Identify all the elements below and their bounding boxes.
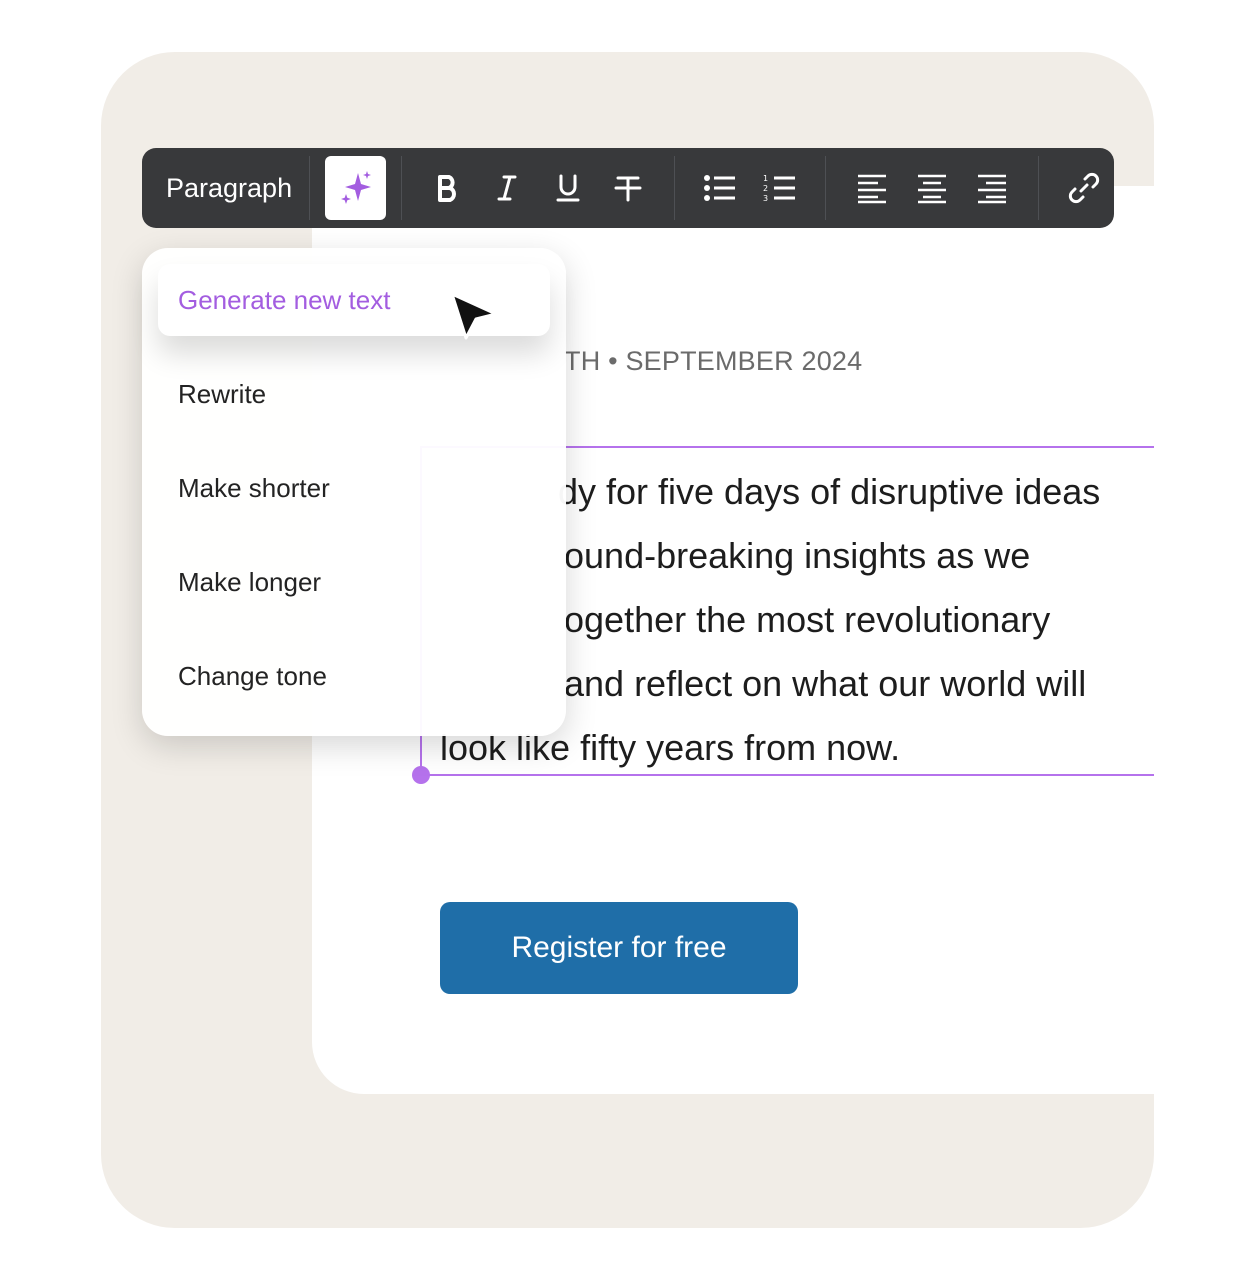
toolbar-divider — [1037, 156, 1039, 220]
link-icon — [1068, 172, 1099, 204]
italic-button[interactable] — [477, 156, 537, 220]
svg-text:2: 2 — [763, 184, 768, 193]
menu-item-label: Change tone — [178, 660, 327, 691]
toolbar-divider — [673, 156, 675, 220]
align-right-icon — [978, 174, 1007, 204]
align-center-icon — [917, 174, 946, 204]
paragraph-style-dropdown[interactable]: Paragraph — [142, 173, 309, 204]
sparkle-icon — [340, 171, 371, 204]
register-button[interactable]: Register for free — [440, 902, 798, 994]
align-right-button[interactable] — [962, 156, 1022, 220]
menu-item-label: Make shorter — [178, 472, 330, 503]
toolbar-divider — [309, 156, 311, 220]
svg-text:3: 3 — [763, 194, 768, 203]
menu-item-label: Rewrite — [178, 378, 267, 409]
strikethrough-icon — [614, 176, 642, 202]
toolbar-divider — [825, 156, 827, 220]
toolbar-divider — [400, 156, 402, 220]
menu-item-change-tone[interactable]: Change tone — [158, 640, 550, 712]
menu-item-label: Make longer — [178, 566, 322, 597]
underline-button[interactable] — [538, 156, 598, 220]
bullet-list-icon — [703, 175, 735, 201]
bold-button[interactable] — [417, 156, 477, 220]
underline-icon — [556, 174, 580, 202]
align-left-button[interactable] — [841, 156, 901, 220]
bullet-list-button[interactable] — [690, 156, 750, 220]
bold-icon — [438, 175, 457, 202]
selection-handle[interactable] — [412, 766, 430, 784]
numbered-list-icon: 1 2 3 — [763, 174, 796, 203]
menu-item-label: Generate new text — [178, 284, 391, 315]
formatting-toolbar: Paragraph 1 2 3 — [142, 148, 1114, 228]
mouse-cursor-icon — [450, 292, 498, 340]
menu-item-make-shorter[interactable]: Make shorter — [158, 452, 550, 524]
event-date-eyebrow: TH • SEPTEMBER 2024 — [564, 346, 863, 376]
svg-text:1: 1 — [763, 174, 768, 183]
menu-item-make-longer[interactable]: Make longer — [158, 546, 550, 618]
menu-item-rewrite[interactable]: Rewrite — [158, 358, 550, 430]
numbered-list-button[interactable]: 1 2 3 — [750, 156, 810, 220]
italic-icon — [497, 175, 517, 201]
ai-assist-button[interactable] — [325, 156, 386, 220]
strikethrough-button[interactable] — [598, 156, 658, 220]
link-button[interactable] — [1054, 156, 1114, 220]
align-left-icon — [857, 174, 886, 204]
align-center-button[interactable] — [902, 156, 962, 220]
